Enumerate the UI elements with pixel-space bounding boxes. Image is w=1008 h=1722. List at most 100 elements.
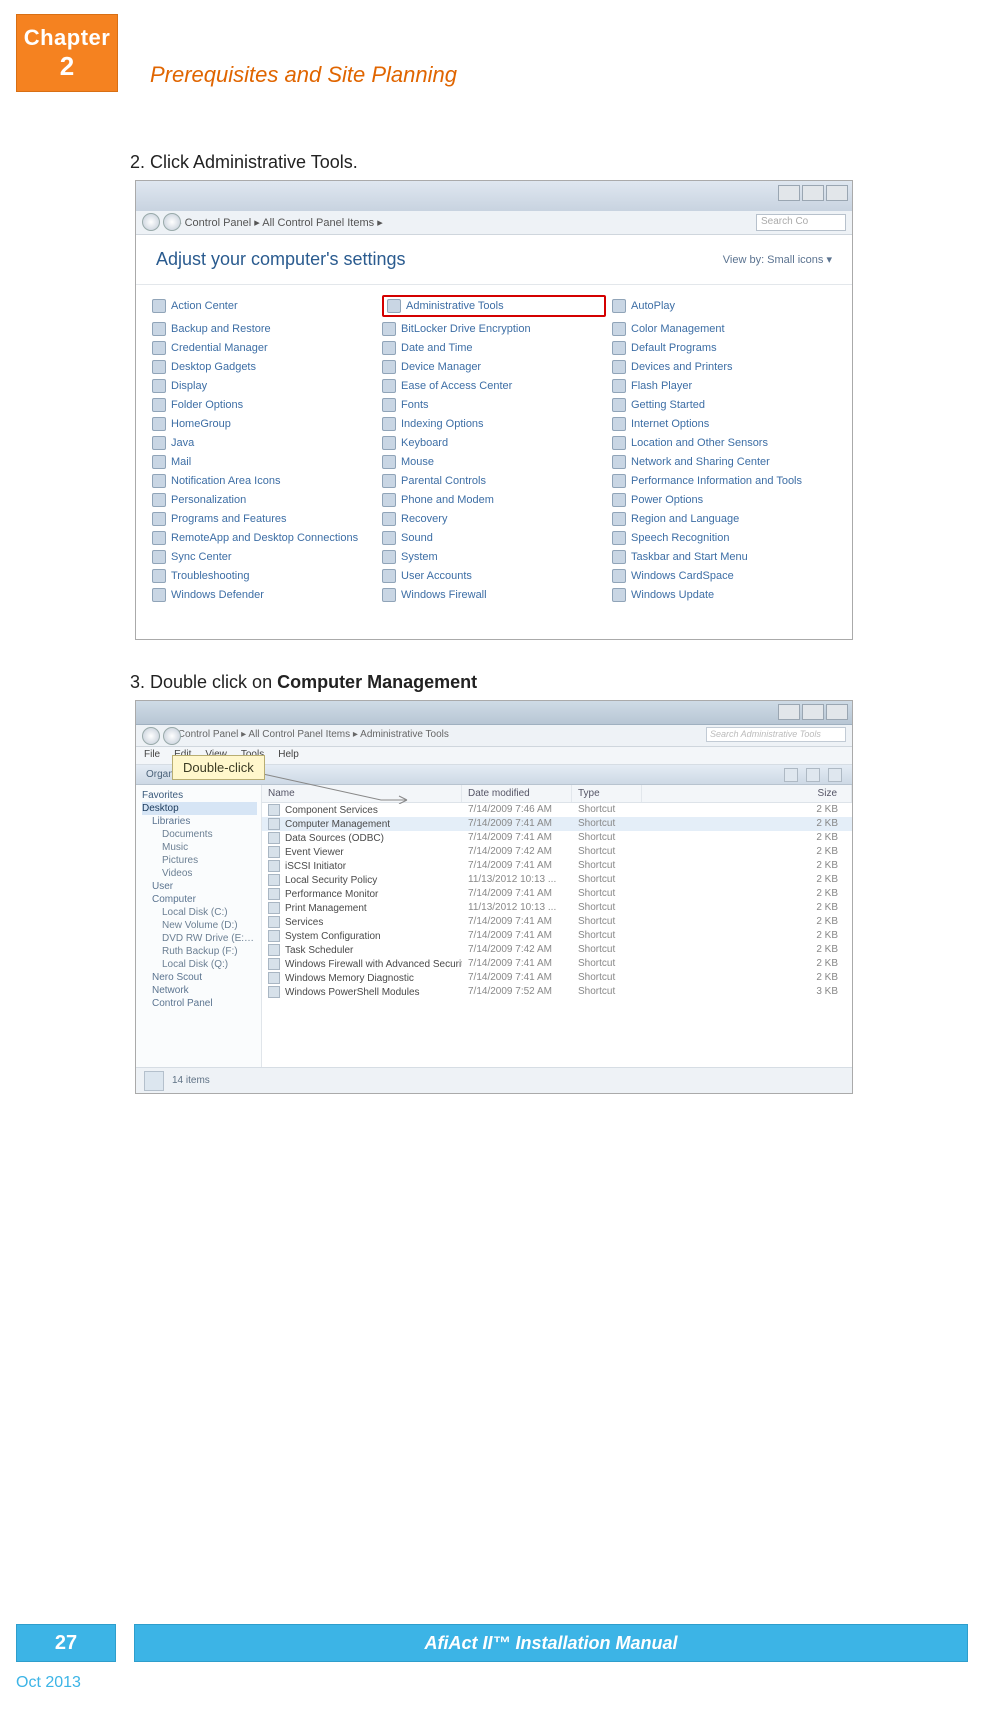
search-input[interactable]: Search Administrative Tools [706,727,846,742]
cp-item[interactable]: Mouse [382,455,606,469]
maximize-button[interactable] [802,704,824,720]
file-row[interactable]: System Configuration7/14/2009 7:41 AMSho… [262,929,852,943]
cp-item[interactable]: Flash Player [612,379,836,393]
help-icon[interactable] [828,768,842,782]
file-row[interactable]: Computer Management7/14/2009 7:41 AMShor… [262,817,852,831]
cp-item[interactable]: Action Center [152,295,376,317]
search-input[interactable]: Search Co [756,214,846,231]
menu-item[interactable]: File [144,749,160,760]
minimize-button[interactable] [778,704,800,720]
tree-node[interactable]: Computer [142,893,257,906]
tree-node[interactable]: Local Disk (Q:) [142,958,257,971]
cp-item[interactable]: Fonts [382,398,606,412]
forward-button[interactable] [163,727,181,745]
tree-node[interactable]: Control Panel [142,997,257,1010]
cp-item[interactable]: RemoteApp and Desktop Connections [152,531,376,545]
cp-item[interactable]: Sync Center [152,550,376,564]
col-type[interactable]: Type [572,785,642,802]
cp-item[interactable]: System [382,550,606,564]
tree-node[interactable]: Desktop [142,802,257,815]
cp-item[interactable]: Windows Defender [152,588,376,602]
cp-item[interactable]: Windows Firewall [382,588,606,602]
cp-item[interactable]: Getting Started [612,398,836,412]
cp-item[interactable]: Region and Language [612,512,836,526]
cp-item[interactable]: AutoPlay [612,295,836,317]
address-bar[interactable]: ▸ Control Panel ▸ All Control Panel Item… [136,211,852,235]
cp-item[interactable]: Indexing Options [382,417,606,431]
cp-item[interactable]: Network and Sharing Center [612,455,836,469]
file-row[interactable]: iSCSI Initiator7/14/2009 7:41 AMShortcut… [262,859,852,873]
cp-item[interactable]: Device Manager [382,360,606,374]
cp-item[interactable]: Power Options [612,493,836,507]
file-row[interactable]: Local Security Policy11/13/2012 10:13 ..… [262,873,852,887]
cp-item[interactable]: Performance Information and Tools [612,474,836,488]
col-date[interactable]: Date modified [462,785,572,802]
tree-node[interactable]: Favorites [142,789,257,802]
cp-item[interactable]: Phone and Modem [382,493,606,507]
file-row[interactable]: Services7/14/2009 7:41 AMShortcut2 KB [262,915,852,929]
cp-item[interactable]: Location and Other Sensors [612,436,836,450]
cp-item[interactable]: Troubleshooting [152,569,376,583]
file-row[interactable]: Print Management11/13/2012 10:13 ...Shor… [262,901,852,915]
cp-item[interactable]: Recovery [382,512,606,526]
cp-item[interactable]: Administrative Tools [382,295,606,317]
col-size[interactable]: Size [642,785,852,802]
cp-item[interactable]: Parental Controls [382,474,606,488]
tree-node[interactable]: Network [142,984,257,997]
cp-item[interactable]: User Accounts [382,569,606,583]
maximize-button[interactable] [802,185,824,201]
tree-node[interactable]: Ruth Backup (F:) [142,945,257,958]
file-row[interactable]: Windows Firewall with Advanced Security7… [262,957,852,971]
tree-node[interactable]: Music [142,841,257,854]
tree-node[interactable]: Libraries [142,815,257,828]
cp-item[interactable]: Backup and Restore [152,322,376,336]
file-row[interactable]: Windows Memory Diagnostic7/14/2009 7:41 … [262,971,852,985]
cp-item[interactable]: Internet Options [612,417,836,431]
tree-node[interactable]: Pictures [142,854,257,867]
file-row[interactable]: Windows PowerShell Modules7/14/2009 7:52… [262,985,852,999]
col-name[interactable]: Name [262,785,462,802]
file-row[interactable]: Component Services7/14/2009 7:46 AMShort… [262,803,852,817]
file-row[interactable]: Task Scheduler7/14/2009 7:42 AMShortcut2… [262,943,852,957]
breadcrumb[interactable]: ▸ Control Panel ▸ All Control Panel Item… [176,217,383,229]
minimize-button[interactable] [778,185,800,201]
view-by-selector[interactable]: View by: Small icons ▾ [723,253,832,266]
cp-item[interactable]: BitLocker Drive Encryption [382,322,606,336]
column-headers[interactable]: Name Date modified Type Size [262,785,852,803]
cp-item[interactable]: Sound [382,531,606,545]
cp-item[interactable]: Keyboard [382,436,606,450]
cp-item[interactable]: Java [152,436,376,450]
file-row[interactable]: Performance Monitor7/14/2009 7:41 AMShor… [262,887,852,901]
cp-item[interactable]: Windows CardSpace [612,569,836,583]
tree-node[interactable]: Local Disk (C:) [142,906,257,919]
cp-item[interactable]: Display [152,379,376,393]
cp-item[interactable]: Taskbar and Start Menu [612,550,836,564]
close-button[interactable] [826,704,848,720]
breadcrumb[interactable]: ▸ Control Panel ▸ All Control Panel Item… [170,729,449,740]
tree-node[interactable]: Nero Scout [142,971,257,984]
menu-item[interactable]: Help [278,749,299,760]
tree-node[interactable]: DVD RW Drive (E:) New [142,932,257,945]
file-row[interactable]: Event Viewer7/14/2009 7:42 AMShortcut2 K… [262,845,852,859]
cp-item[interactable]: Personalization [152,493,376,507]
cp-item[interactable]: Color Management [612,322,836,336]
view-icon[interactable] [784,768,798,782]
cp-item[interactable]: Ease of Access Center [382,379,606,393]
cp-item[interactable]: Default Programs [612,341,836,355]
cp-item[interactable]: Windows Update [612,588,836,602]
tree-node[interactable]: Documents [142,828,257,841]
close-button[interactable] [826,185,848,201]
forward-button[interactable] [163,213,181,231]
preview-pane-icon[interactable] [806,768,820,782]
cp-item[interactable]: Date and Time [382,341,606,355]
tree-node[interactable]: New Volume (D:) [142,919,257,932]
file-row[interactable]: Data Sources (ODBC)7/14/2009 7:41 AMShor… [262,831,852,845]
cp-item[interactable]: Programs and Features [152,512,376,526]
cp-item[interactable]: Credential Manager [152,341,376,355]
cp-item[interactable]: Speech Recognition [612,531,836,545]
cp-item[interactable]: Folder Options [152,398,376,412]
nav-tree[interactable]: FavoritesDesktopLibrariesDocumentsMusicP… [136,785,262,1067]
back-button[interactable] [142,727,160,745]
cp-item[interactable]: HomeGroup [152,417,376,431]
address-bar[interactable]: ▸ Control Panel ▸ All Control Panel Item… [136,725,852,747]
